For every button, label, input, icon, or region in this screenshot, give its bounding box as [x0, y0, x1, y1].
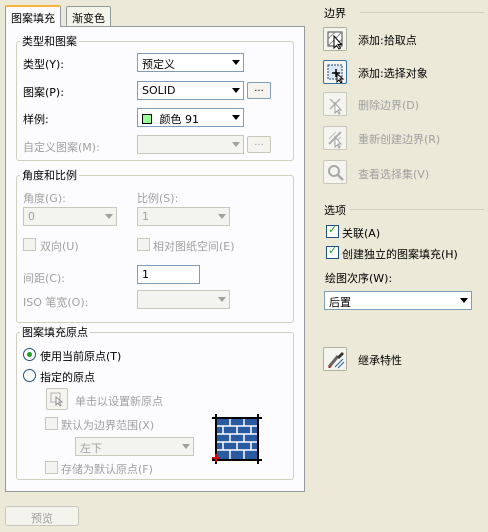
- chevron-down-icon: [232, 60, 240, 65]
- tab-gradient[interactable]: 渐变色: [66, 6, 111, 26]
- pattern-select-value: SOLID: [142, 84, 176, 97]
- type-label: 类型(Y):: [23, 58, 65, 71]
- specified-origin-label: 指定的原点: [40, 371, 95, 384]
- pattern-browse-button[interactable]: ...: [247, 82, 271, 99]
- tab-hatch[interactable]: 图案填充: [5, 5, 61, 27]
- chevron-down-icon: [182, 444, 190, 449]
- chevron-down-icon: [460, 298, 468, 303]
- add-select-objects-label: 添加:选择对象: [358, 67, 428, 80]
- scale-select[interactable]: 1: [137, 207, 230, 226]
- independent-hatch-label: 创建独立的图案填充(H): [342, 248, 458, 261]
- tab-hatch-label: 图案填充: [11, 12, 55, 25]
- chevron-down-icon: [232, 115, 240, 120]
- click-set-origin-button[interactable]: [46, 388, 68, 410]
- tab-gradient-label: 渐变色: [72, 12, 105, 25]
- add-select-objects-button[interactable]: [323, 60, 347, 84]
- pick-points-icon: [327, 31, 343, 50]
- scale-select-value: 1: [142, 210, 149, 223]
- select-objects-icon: [327, 64, 345, 83]
- scale-label: 比例(S):: [137, 192, 179, 205]
- draw-order-select[interactable]: 后置: [324, 291, 472, 310]
- relative-paper-checkbox[interactable]: [137, 238, 150, 251]
- preview-button[interactable]: 预览: [5, 506, 79, 526]
- extent-position-select[interactable]: 左下: [75, 437, 194, 456]
- chevron-down-icon: [105, 214, 113, 219]
- recreate-boundary-label: 重新创建边界(R): [358, 133, 441, 146]
- angle-select-value: 0: [28, 210, 35, 223]
- remove-boundaries-button[interactable]: [323, 92, 347, 116]
- custom-pattern-browse-button[interactable]: ...: [247, 136, 271, 153]
- relative-paper-label: 相对图纸空间(E): [153, 240, 235, 253]
- use-current-origin-label: 使用当前原点(T): [40, 350, 122, 363]
- add-pick-points-label: 添加:拾取点: [358, 34, 417, 47]
- inherit-brush-icon: [327, 352, 345, 369]
- color-swatch: [142, 114, 152, 124]
- spacing-label: 间距(C):: [23, 272, 65, 285]
- chevron-down-icon: [218, 214, 226, 219]
- type-select[interactable]: 预定义: [137, 53, 244, 72]
- brick-origin-icon: [212, 414, 262, 464]
- type-pattern-title: 类型和图案: [20, 33, 79, 49]
- swatch-label: 样例:: [23, 113, 49, 126]
- boundary-divider: [360, 12, 484, 13]
- default-extent-label: 默认为边界范围(X): [61, 419, 155, 432]
- use-current-origin-radio[interactable]: [23, 348, 36, 361]
- chevron-down-icon: [232, 142, 240, 147]
- pattern-label: 图案(P):: [23, 86, 64, 99]
- angle-scale-title: 角度和比例: [20, 167, 79, 183]
- recreate-boundary-button[interactable]: [323, 126, 347, 150]
- associative-label: 关联(A): [342, 227, 381, 240]
- swatch-select-value: 颜色 91: [159, 113, 200, 126]
- options-divider: [350, 209, 484, 210]
- draw-order-label: 绘图次序(W):: [325, 272, 393, 285]
- custom-pattern-select[interactable]: [137, 135, 244, 154]
- view-selections-label: 查看选择集(V): [358, 168, 430, 181]
- spacing-input[interactable]: 1: [137, 265, 200, 284]
- magnifier-icon: [328, 165, 344, 181]
- view-selections-button[interactable]: [323, 160, 347, 184]
- boundary-title: 边界: [322, 5, 348, 21]
- add-pick-points-button[interactable]: [323, 27, 347, 51]
- check-icon: ✓: [328, 244, 338, 257]
- extent-position-value: 左下: [80, 442, 102, 455]
- inherit-properties-label: 继承特性: [358, 354, 402, 367]
- hatch-origin-title: 图案填充原点: [20, 324, 90, 340]
- default-extent-checkbox[interactable]: [45, 417, 58, 430]
- click-set-origin-label: 单击以设置新原点: [75, 395, 163, 408]
- remove-boundaries-label: 删除边界(D): [358, 99, 420, 112]
- independent-hatch-checkbox[interactable]: ✓: [326, 244, 339, 259]
- cursor-point-icon: [50, 392, 64, 407]
- remove-boundary-icon: [329, 98, 343, 115]
- angle-label: 角度(G):: [23, 192, 66, 205]
- double-checkbox[interactable]: [23, 238, 36, 251]
- check-icon: ✓: [328, 223, 338, 236]
- associative-checkbox[interactable]: ✓: [326, 223, 339, 238]
- radio-dot: [27, 352, 32, 357]
- inherit-properties-button[interactable]: [323, 347, 347, 371]
- swatch-select[interactable]: 颜色 91: [137, 108, 244, 127]
- chevron-down-icon: [218, 297, 226, 302]
- store-default-checkbox[interactable]: [45, 461, 58, 474]
- chevron-down-icon: [232, 88, 240, 93]
- iso-pen-select[interactable]: [137, 290, 230, 309]
- double-label: 双向(U): [40, 240, 79, 253]
- specified-origin-radio[interactable]: [23, 369, 36, 382]
- store-default-label: 存储为默认原点(F): [61, 463, 153, 476]
- pattern-select[interactable]: SOLID: [137, 81, 244, 100]
- custom-pattern-label: 自定义图案(M):: [23, 141, 100, 154]
- options-title: 选项: [322, 202, 348, 218]
- type-select-value: 预定义: [142, 58, 175, 71]
- draw-order-value: 后置: [329, 296, 351, 309]
- recreate-boundary-icon: [328, 131, 343, 149]
- angle-select[interactable]: 0: [23, 207, 117, 226]
- iso-pen-label: ISO 笔宽(O):: [23, 296, 89, 309]
